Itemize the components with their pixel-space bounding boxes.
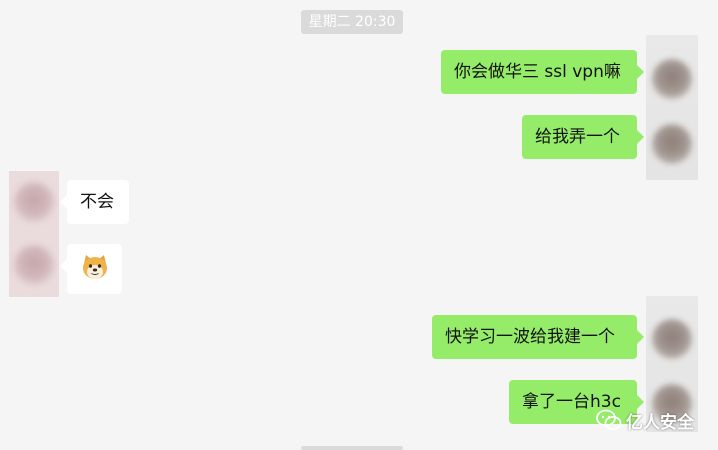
message-bubble[interactable]: 给我弄一个 bbox=[522, 115, 644, 159]
sticker-bubble[interactable] bbox=[60, 244, 122, 294]
message-bubble[interactable]: 不会 bbox=[60, 180, 129, 224]
next-timestamp-edge bbox=[301, 446, 403, 450]
message-bubble[interactable]: 你会做华三 ssl vpn嘛 bbox=[441, 50, 644, 94]
watermark: 亿人安全 bbox=[596, 406, 694, 434]
doge-face-icon bbox=[83, 255, 107, 279]
message-text: 你会做华三 ssl vpn嘛 bbox=[454, 62, 621, 82]
contact-avatar-column bbox=[9, 171, 59, 297]
own-avatar[interactable] bbox=[652, 124, 692, 164]
contact-avatar[interactable] bbox=[14, 182, 54, 222]
message-bubble[interactable]: 快学习一波给我建一个 bbox=[432, 315, 644, 359]
own-avatar-column-top bbox=[646, 35, 698, 180]
own-avatar[interactable] bbox=[652, 59, 692, 99]
chat-timestamp: 星期二 20:30 bbox=[301, 10, 403, 34]
own-avatar[interactable] bbox=[652, 319, 692, 359]
contact-avatar[interactable] bbox=[14, 245, 54, 285]
watermark-text: 亿人安全 bbox=[626, 412, 694, 433]
message-text: 快学习一波给我建一个 bbox=[445, 327, 615, 347]
message-text: 不会 bbox=[80, 192, 114, 212]
wechat-logo-icon bbox=[596, 409, 622, 430]
message-text: 给我弄一个 bbox=[535, 127, 620, 147]
